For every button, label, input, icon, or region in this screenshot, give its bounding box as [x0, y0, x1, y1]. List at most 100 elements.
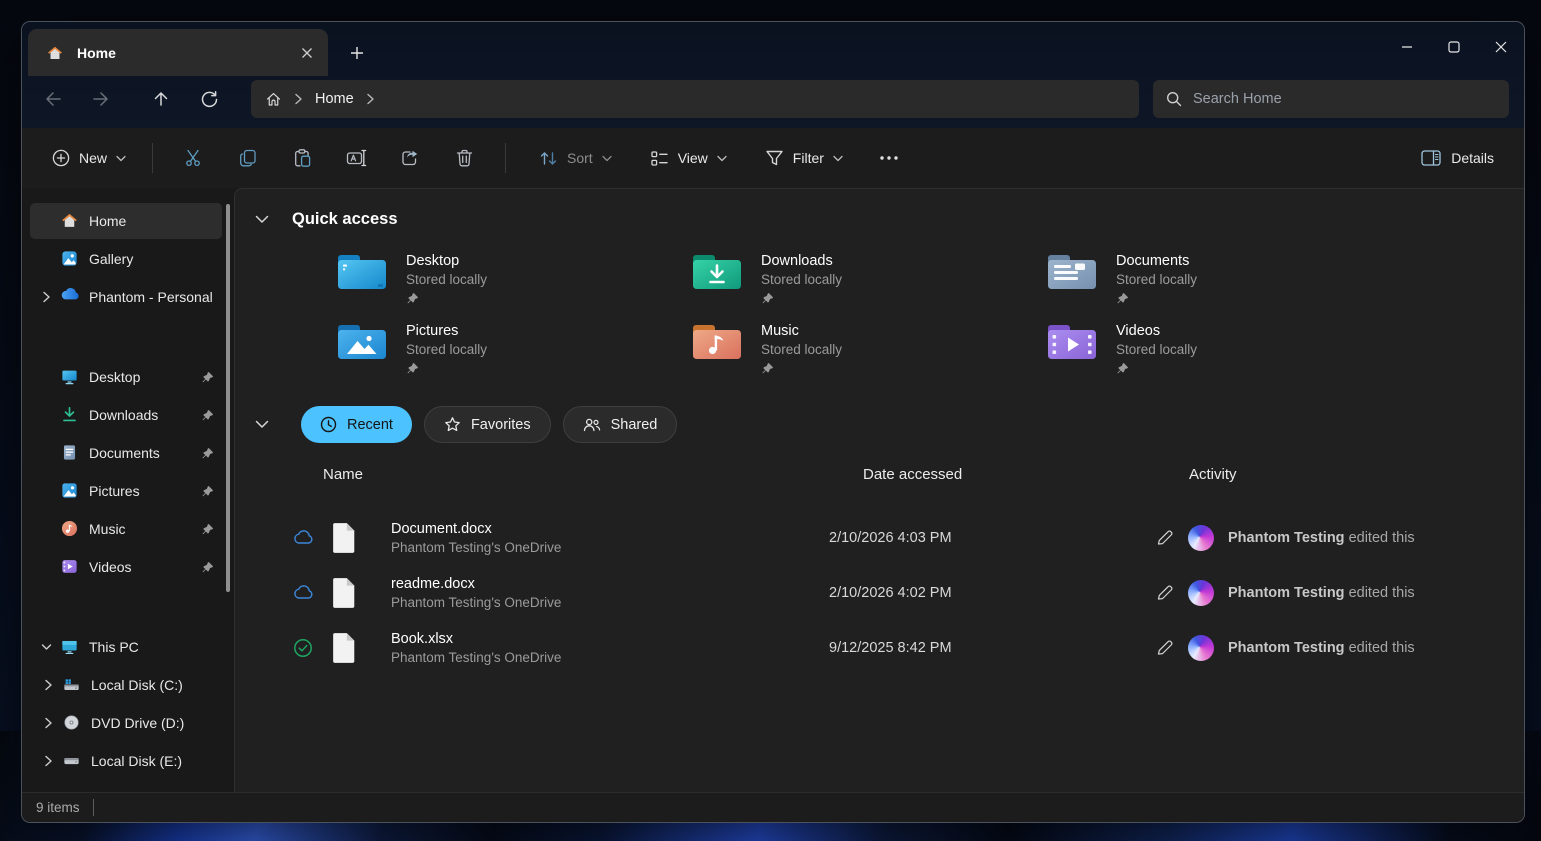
maximize-button[interactable] — [1430, 22, 1477, 72]
filter-button[interactable]: Filter — [754, 141, 854, 175]
activity-user: Phantom Testing — [1228, 585, 1345, 601]
chevron-down-icon — [602, 155, 612, 162]
pin-icon — [201, 447, 215, 460]
table-row[interactable]: Book.xlsx Phantom Testing's OneDrive 9/1… — [255, 620, 1524, 675]
minimize-button[interactable] — [1383, 22, 1430, 72]
tile-music[interactable]: Music Stored locally — [691, 321, 1046, 375]
tile-pictures[interactable]: Pictures Stored locally — [336, 321, 691, 375]
column-header-activity[interactable]: Activity — [1189, 466, 1237, 483]
sidebar-item-local-disk-c[interactable]: Local Disk (C:) — [32, 667, 222, 703]
explorer-tab-home[interactable]: Home — [28, 29, 328, 76]
view-icon — [650, 149, 669, 168]
recent-section-header: Recent Favorites Shared — [255, 406, 1524, 443]
breadcrumb-home-icon[interactable] — [265, 91, 282, 108]
recent-files-table: Name Date accessed Activity Document.doc… — [255, 466, 1524, 675]
sort-button[interactable]: Sort — [528, 141, 623, 176]
sidebar-item-onedrive-personal[interactable]: Phantom - Personal — [30, 279, 222, 315]
chevron-down-icon[interactable] — [255, 420, 269, 429]
tab-shared[interactable]: Shared — [563, 406, 678, 443]
tab-recent[interactable]: Recent — [301, 406, 412, 443]
tile-name: Downloads — [761, 253, 842, 269]
date-accessed: 9/12/2025 8:42 PM — [829, 640, 1155, 656]
sidebar-scrollbar[interactable] — [226, 204, 230, 592]
delete-button[interactable] — [443, 139, 485, 177]
tile-videos[interactable]: Videos Stored locally — [1046, 321, 1401, 375]
back-button[interactable] — [35, 81, 71, 117]
search-input[interactable] — [1193, 91, 1496, 107]
search-box[interactable] — [1153, 80, 1509, 118]
desktop-folder-icon — [336, 251, 388, 293]
file-location: Phantom Testing's OneDrive — [391, 595, 829, 610]
refresh-button[interactable] — [191, 81, 227, 117]
paste-button[interactable] — [281, 139, 323, 177]
forward-button[interactable] — [83, 81, 119, 117]
music-icon — [60, 519, 80, 539]
sidebar-item-pictures[interactable]: Pictures — [30, 473, 222, 509]
chevron-down-icon[interactable] — [38, 643, 55, 651]
quick-access-title: Quick access — [292, 210, 398, 229]
pencil-icon — [1155, 583, 1174, 602]
copy-button[interactable] — [227, 139, 269, 177]
view-label: View — [678, 150, 708, 166]
tile-name: Desktop — [406, 253, 487, 269]
chevron-right-icon[interactable] — [40, 755, 57, 767]
column-header-name[interactable]: Name — [323, 466, 363, 483]
sidebar-item-this-pc[interactable]: This PC — [30, 629, 222, 665]
sidebar-item-documents[interactable]: Documents — [30, 435, 222, 471]
pin-icon — [761, 292, 842, 305]
main-area: Home Gallery Phantom - Personal — [22, 188, 1524, 792]
sidebar-item-gallery[interactable]: Gallery — [30, 241, 222, 277]
activity-action: edited this — [1345, 585, 1415, 601]
toolbar-separator — [152, 143, 153, 173]
file-location: Phantom Testing's OneDrive — [391, 650, 829, 665]
breadcrumb[interactable]: Home — [251, 80, 1139, 118]
tab-recent-label: Recent — [347, 417, 393, 433]
tile-documents[interactable]: Documents Stored locally — [1046, 251, 1401, 305]
file-explorer-window: Home — [21, 21, 1525, 823]
tab-favorites[interactable]: Favorites — [424, 406, 551, 443]
downloads-folder-icon — [691, 251, 743, 293]
close-button[interactable] — [1477, 22, 1524, 72]
new-button[interactable]: New — [40, 141, 138, 175]
cut-button[interactable] — [173, 139, 215, 177]
avatar — [1188, 580, 1214, 606]
see-more-button[interactable] — [868, 139, 910, 177]
breadcrumb-item-home[interactable]: Home — [315, 91, 354, 107]
ellipsis-icon — [880, 156, 898, 160]
sidebar-item-music[interactable]: Music — [30, 511, 222, 547]
tile-desktop[interactable]: Desktop Stored locally — [336, 251, 691, 305]
file-name: Document.docx — [391, 521, 829, 537]
new-tab-button[interactable] — [342, 38, 372, 68]
tab-close-icon[interactable] — [294, 40, 320, 66]
tile-downloads[interactable]: Downloads Stored locally — [691, 251, 1046, 305]
pin-icon — [201, 561, 215, 574]
chevron-right-icon[interactable] — [40, 717, 57, 729]
chevron-right-icon[interactable] — [38, 291, 55, 303]
document-file-icon — [331, 577, 361, 609]
table-row[interactable]: readme.docx Phantom Testing's OneDrive 2… — [255, 565, 1524, 620]
up-button[interactable] — [143, 81, 179, 117]
sidebar-item-videos[interactable]: Videos — [30, 549, 222, 585]
breadcrumb-chevron-icon[interactable] — [366, 93, 375, 105]
column-header-date-accessed[interactable]: Date accessed — [863, 466, 962, 483]
dvd-drive-icon — [62, 713, 82, 733]
share-button[interactable] — [389, 139, 431, 177]
details-button[interactable]: Details — [1409, 142, 1506, 174]
rename-button[interactable] — [335, 139, 377, 177]
breadcrumb-chevron-icon — [294, 93, 303, 105]
content-pane: Quick access Desktop Stored locally — [234, 188, 1524, 792]
table-row[interactable]: Document.docx Phantom Testing's OneDrive… — [255, 510, 1524, 565]
sidebar-item-dvd-drive-d[interactable]: DVD Drive (D:) — [32, 705, 222, 741]
chevron-right-icon[interactable] — [40, 679, 57, 691]
toolbar-separator — [505, 143, 506, 173]
chevron-down-icon[interactable] — [255, 215, 269, 224]
sidebar-item-downloads[interactable]: Downloads — [30, 397, 222, 433]
sidebar-item-local-disk-e[interactable]: Local Disk (E:) — [32, 743, 222, 779]
document-file-icon — [331, 522, 361, 554]
sidebar-item-home[interactable]: Home — [30, 203, 222, 239]
sidebar-item-desktop[interactable]: Desktop — [30, 359, 222, 395]
downloads-icon — [60, 405, 80, 425]
tab-shared-label: Shared — [611, 417, 658, 433]
view-button[interactable]: View — [639, 141, 738, 176]
search-icon — [1166, 91, 1182, 107]
